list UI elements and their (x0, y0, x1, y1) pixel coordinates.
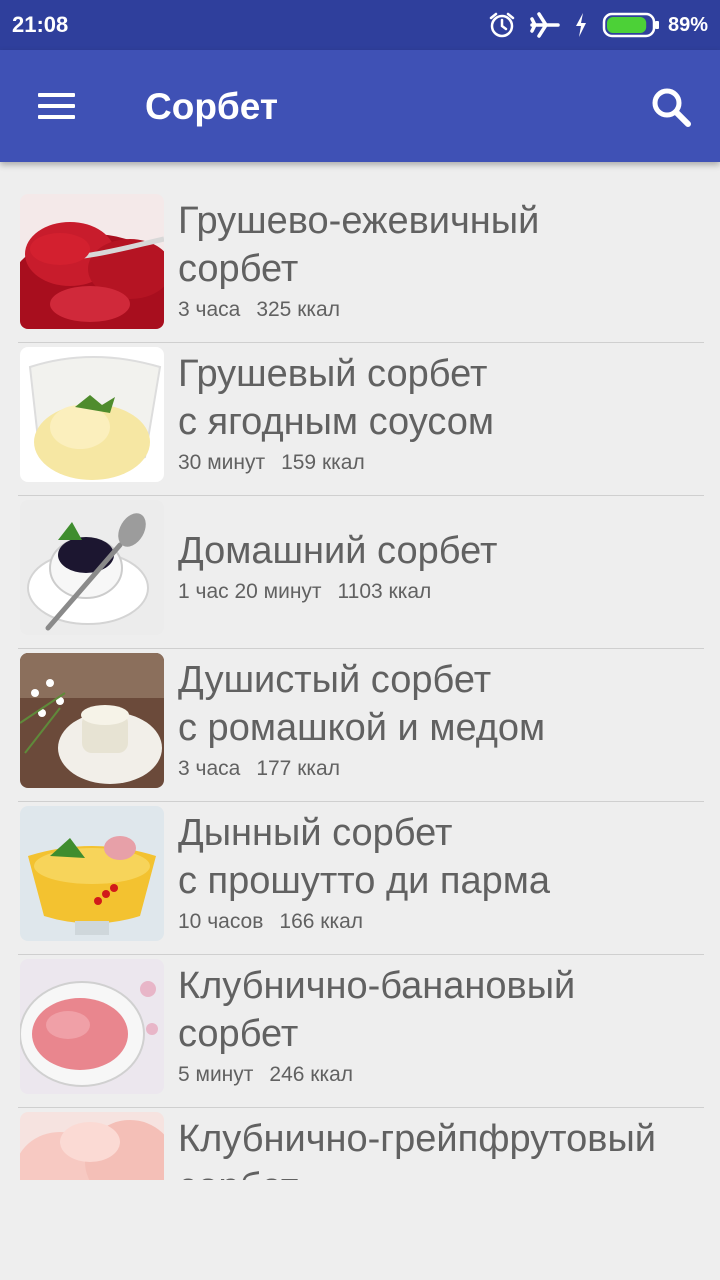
search-button[interactable] (644, 80, 700, 136)
recipe-item[interactable]: Клубнично-банановый сорбет 5 минут 246 кк… (0, 955, 720, 1108)
recipe-info: Клубнично-грейпфрутовый сорбет (178, 1108, 706, 1181)
app-bar: Сорбет (0, 50, 720, 162)
recipe-calories: 325 ккал (256, 297, 340, 321)
recipe-title: Грушево-ежевичный сорбет (178, 199, 540, 290)
menu-icon (38, 93, 75, 97)
battery-icon (602, 12, 659, 38)
recipe-meta: 3 часа 177 ккал (178, 756, 706, 782)
recipe-calories: 1103 ккал (337, 579, 432, 603)
recipe-title: Клубнично-грейпфрутовый сорбет (178, 1117, 657, 1181)
page-title: Сорбет (145, 86, 278, 127)
recipe-info: Дынный сорбет с прошутто ди парма 10 час… (178, 802, 706, 941)
status-bar: 21:08 89% (0, 0, 720, 50)
recipe-time: 3 часа (178, 297, 241, 321)
status-time: 21:08 (12, 12, 69, 37)
recipe-time: 3 часа (178, 756, 241, 780)
recipe-item[interactable]: Дынный сорбет с прошутто ди парма 10 час… (0, 802, 720, 955)
recipe-calories: 166 ккал (279, 909, 364, 933)
recipe-meta: 10 часов 166 ккал (178, 909, 706, 935)
recipe-item[interactable]: Грушево-ежевичный сорбет 3 часа 325 ккал (0, 190, 720, 343)
recipe-list: Грушево-ежевичный сорбет 3 часа 325 ккал … (0, 190, 720, 1180)
recipe-info: Клубнично-банановый сорбет 5 минут 246 кк… (178, 955, 706, 1094)
recipe-item[interactable]: Грушевый сорбет с ягодным соусом 30 мину… (0, 343, 720, 496)
charging-icon (575, 13, 586, 37)
search-icon (652, 88, 691, 127)
recipe-time: 30 минут (178, 450, 266, 474)
alarm-icon (489, 12, 515, 38)
recipe-calories: 246 ккал (269, 1062, 354, 1086)
recipe-title: Домашний сорбет (178, 529, 498, 572)
recipe-info: Домашний сорбет 1 час 20 минут 1103 ккал (178, 496, 706, 635)
recipe-item[interactable]: Клубнично-грейпфрутовый сорбет (0, 1108, 720, 1180)
recipe-title: Клубнично-банановый сорбет (178, 964, 576, 1055)
recipe-title: Душистый сорбет с ромашкой и медом (178, 658, 546, 749)
status-icons: 89% (488, 9, 708, 41)
recipe-thumbnail (20, 500, 164, 635)
battery-percent: 89% (667, 13, 708, 36)
recipe-thumbnail (20, 194, 164, 329)
recipe-info: Грушевый сорбет с ягодным соусом 30 мину… (178, 343, 706, 482)
recipe-thumbnail (20, 1112, 164, 1180)
recipe-thumbnail (20, 653, 164, 788)
recipe-calories: 177 ккал (256, 756, 340, 780)
recipe-meta: 5 минут 246 ккал (178, 1062, 706, 1088)
recipe-meta: 1 час 20 минут 1103 ккал (178, 579, 706, 605)
recipe-thumbnail (20, 347, 164, 482)
recipe-thumbnail (20, 806, 164, 941)
recipe-calories: 159 ккал (281, 450, 365, 474)
recipe-title: Грушевый сорбет с ягодным соусом (178, 352, 495, 443)
recipe-time: 5 минут (178, 1062, 254, 1086)
recipe-info: Грушево-ежевичный сорбет 3 часа 325 ккал (178, 190, 706, 329)
recipe-item[interactable]: Душистый сорбет с ромашкой и медом 3 час… (0, 649, 720, 802)
recipe-item[interactable]: Домашний сорбет 1 час 20 минут 1103 ккал (0, 496, 720, 649)
menu-button[interactable] (26, 83, 86, 129)
recipe-info: Душистый сорбет с ромашкой и медом 3 час… (178, 649, 706, 788)
recipe-thumbnail (20, 959, 164, 1094)
recipe-title: Дынный сорбет с прошутто ди парма (178, 811, 551, 902)
airplane-mode-icon (530, 12, 560, 38)
recipe-time: 10 часов (178, 909, 264, 933)
recipe-meta: 3 часа 325 ккал (178, 297, 706, 323)
recipe-meta: 30 минут 159 ккал (178, 450, 706, 476)
recipe-time: 1 час 20 минут (178, 579, 322, 603)
